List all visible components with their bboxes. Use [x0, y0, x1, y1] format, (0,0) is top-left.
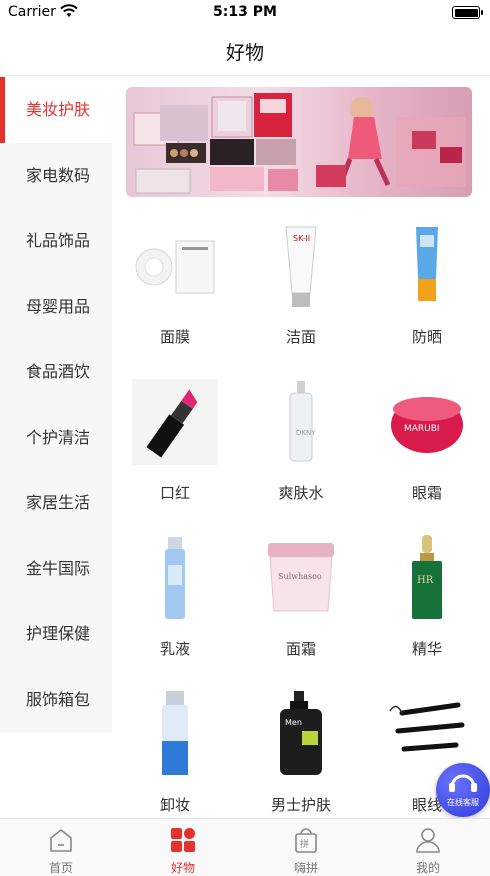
- eye-cream-product-icon: MARUBI: [391, 397, 463, 453]
- product-serum[interactable]: HR 精华: [364, 529, 484, 685]
- product-mens-skincare[interactable]: Men 男士护肤: [238, 685, 358, 817]
- sidebar-item-baby[interactable]: 母婴用品: [0, 274, 112, 340]
- svg-text:DKNY: DKNY: [296, 429, 316, 437]
- lipstick-product-icon: [132, 379, 218, 465]
- product-label: 面膜: [159, 328, 190, 346]
- product-makeup-remover[interactable]: 卸妆: [112, 685, 232, 817]
- product-toner[interactable]: DKNY 爽肤水: [238, 373, 358, 529]
- product-eye-cream[interactable]: MARUBI 眼霜: [364, 373, 484, 529]
- product-label: 乳液: [159, 640, 190, 658]
- lotion-product-icon: [165, 537, 185, 619]
- product-cleanser[interactable]: SK-II 洁面: [238, 217, 358, 373]
- serum-product-icon: HR: [412, 535, 442, 619]
- product-label: 口红: [159, 484, 190, 502]
- clock: 5:13 PM: [213, 4, 277, 20]
- user-icon: [416, 828, 440, 853]
- product-row: 卸妆 Men 男士护肤 眼线: [112, 685, 490, 817]
- sunscreen-product-icon: [416, 227, 438, 301]
- status-bar: Carrier 5:13 PM: [0, 0, 490, 26]
- product-label: 洁面: [285, 328, 316, 346]
- product-label: 防晒: [411, 328, 442, 346]
- headset-icon: [449, 774, 477, 792]
- svg-text:MARUBI: MARUBI: [404, 424, 440, 434]
- sidebar-item-electronics[interactable]: 家电数码: [0, 143, 112, 209]
- sidebar-item-gifts[interactable]: 礼品饰品: [0, 208, 112, 274]
- svg-text:HR: HR: [417, 575, 434, 586]
- product-sunscreen[interactable]: 防晒: [364, 217, 484, 373]
- svg-text:Men: Men: [285, 718, 302, 727]
- sidebar-item-food[interactable]: 食品酒饮: [0, 339, 112, 405]
- tab-label: 首页: [48, 861, 73, 875]
- page-title: 好物: [225, 42, 264, 64]
- shopping-bag-icon: 拼: [295, 828, 317, 853]
- tab-label: 我的: [415, 861, 440, 875]
- main-content: 面膜 SK-II 洁面 防晒 口红 DKNY 爽肤水 MARUBI 眼霜 乳液 …: [112, 77, 490, 817]
- product-grid: 面膜 SK-II 洁面 防晒 口红 DKNY 爽肤水 MARUBI 眼霜 乳液 …: [112, 217, 490, 817]
- sidebar-item-health[interactable]: 护理保健: [0, 601, 112, 667]
- tab-label: 嗨拼: [293, 861, 318, 875]
- battery-icon: [452, 6, 483, 19]
- sidebar-item-international[interactable]: 金牛国际: [0, 536, 112, 602]
- product-label: 男士护肤: [270, 796, 331, 814]
- face-cream-product-icon: Sulwhasoo: [268, 543, 334, 612]
- tab-profile[interactable]: 我的: [367, 819, 489, 876]
- tab-goods[interactable]: 好物: [122, 819, 244, 876]
- home-icon: [50, 829, 72, 852]
- sidebar-item-apparel[interactable]: 服饰箱包: [0, 667, 112, 733]
- tab-home[interactable]: 首页: [0, 819, 122, 876]
- tab-label: 好物: [170, 861, 195, 875]
- product-lipstick[interactable]: 口红: [112, 373, 232, 529]
- toner-product-icon: DKNY: [289, 381, 316, 462]
- product-label: 面霜: [285, 640, 316, 658]
- customer-service-label: 在线客服: [447, 798, 479, 807]
- product-label: 眼霜: [411, 484, 442, 502]
- svg-text:拼: 拼: [300, 838, 309, 850]
- customer-service-button[interactable]: 在线客服: [436, 763, 490, 817]
- category-sidebar: 美妆护肤 家电数码 礼品饰品 母婴用品 食品酒饮 个护清洁 家居生活 金牛国际 …: [0, 77, 112, 733]
- product-label: 卸妆: [159, 796, 190, 814]
- product-row: 乳液 Sulwhasoo 面霜 HR 精华: [112, 529, 490, 685]
- tab-bar: 首页 好物 拼 嗨拼 我的: [0, 818, 490, 876]
- svg-text:Sulwhasoo: Sulwhasoo: [278, 572, 322, 581]
- grid-icon: [171, 828, 195, 852]
- product-label: 爽肤水: [278, 484, 324, 502]
- banner-image: [133, 93, 466, 194]
- product-lotion[interactable]: 乳液: [112, 529, 232, 685]
- mens-skincare-product-icon: Men: [280, 691, 322, 775]
- makeup-remover-product-icon: [162, 691, 188, 775]
- promo-banner[interactable]: [126, 87, 472, 197]
- product-label: 精华: [411, 640, 442, 658]
- sidebar-item-personal-care[interactable]: 个护清洁: [0, 405, 112, 471]
- sidebar-item-home[interactable]: 家居生活: [0, 470, 112, 536]
- svg-text:SK-II: SK-II: [293, 234, 310, 243]
- mask-product-icon: [135, 240, 215, 294]
- nav-bar: 好物: [0, 26, 490, 76]
- product-face-cream[interactable]: Sulwhasoo 面霜: [238, 529, 358, 685]
- sidebar-item-beauty[interactable]: 美妆护肤: [0, 77, 112, 143]
- product-mask[interactable]: 面膜: [112, 217, 232, 373]
- product-row: 面膜 SK-II 洁面 防晒: [112, 217, 490, 373]
- tab-group-buy[interactable]: 拼 嗨拼: [245, 819, 367, 876]
- cleanser-product-icon: SK-II: [285, 226, 317, 307]
- product-row: 口红 DKNY 爽肤水 MARUBI 眼霜: [112, 373, 490, 529]
